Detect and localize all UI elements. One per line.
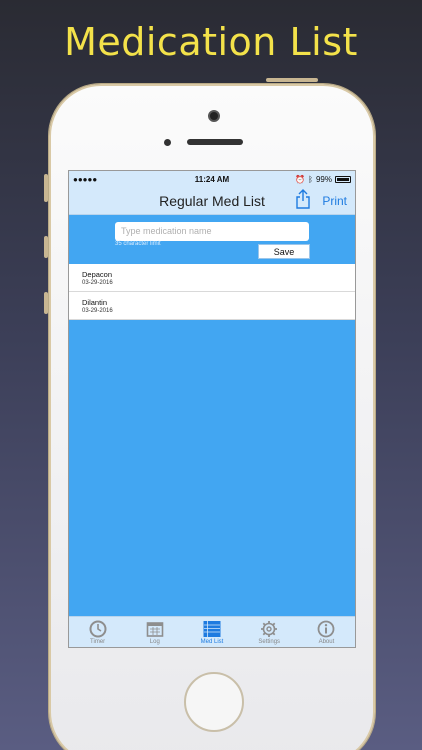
medication-list: Depacon 03-29-2016 Dilantin 03-29-2016 [69, 264, 355, 320]
mute-switch [44, 174, 48, 202]
medication-name: Dilantin [82, 298, 108, 307]
save-button[interactable]: Save [258, 244, 310, 259]
camera [208, 110, 220, 122]
status-bar: ●●●●● 11:24 AM ⏰ ᛒ 99% [69, 171, 355, 187]
volume-down-button [44, 292, 48, 314]
info-icon [318, 620, 335, 638]
top-button [266, 78, 318, 82]
list-icon [203, 621, 221, 637]
app-screen: ●●●●● 11:24 AM ⏰ ᛒ 99% Regular Med List … [68, 170, 356, 648]
tab-label: Med List [200, 639, 224, 645]
tab-label: Timer [90, 639, 106, 645]
medication-entry: 35 character limit Save [69, 215, 355, 264]
calendar-icon [146, 622, 164, 637]
nav-bar: Regular Med List Print [69, 187, 355, 215]
medication-name: Depacon [82, 270, 113, 279]
alarm-icon: ⏰ [295, 174, 306, 184]
share-icon[interactable] [295, 189, 311, 209]
page-headline: Medication List [64, 20, 358, 64]
gear-icon [261, 621, 278, 637]
list-item[interactable]: Dilantin 03-29-2016 [69, 292, 355, 320]
tab-label: Settings [258, 639, 281, 645]
battery-percent: 99% [315, 174, 332, 184]
tab-med-list[interactable]: Med List [183, 617, 240, 647]
page-title: Regular Med List [159, 192, 265, 209]
medication-date: 03-29-2016 [82, 308, 113, 314]
home-button[interactable] [184, 672, 244, 732]
list-item[interactable]: Depacon 03-29-2016 [69, 264, 355, 292]
character-limit-hint: 35 character limit [115, 241, 161, 247]
tab-about[interactable]: About [298, 617, 355, 647]
medication-name-input[interactable] [115, 221, 309, 241]
speaker [187, 139, 243, 145]
volume-up-button [44, 236, 48, 258]
sensor [164, 139, 171, 146]
tab-label: About [318, 639, 335, 645]
medication-date: 03-29-2016 [82, 280, 113, 286]
tab-log[interactable]: Log [126, 617, 183, 647]
battery-icon [335, 175, 351, 183]
tab-label: Log [149, 639, 160, 645]
bluetooth-icon: ᛒ [308, 174, 313, 184]
print-button[interactable]: Print [322, 194, 347, 208]
tab-timer[interactable]: Timer [69, 617, 126, 647]
clock-icon [89, 620, 107, 638]
tab-settings[interactable]: Settings [241, 617, 298, 647]
tab-bar: Timer Log Med List Settings About [69, 616, 355, 647]
